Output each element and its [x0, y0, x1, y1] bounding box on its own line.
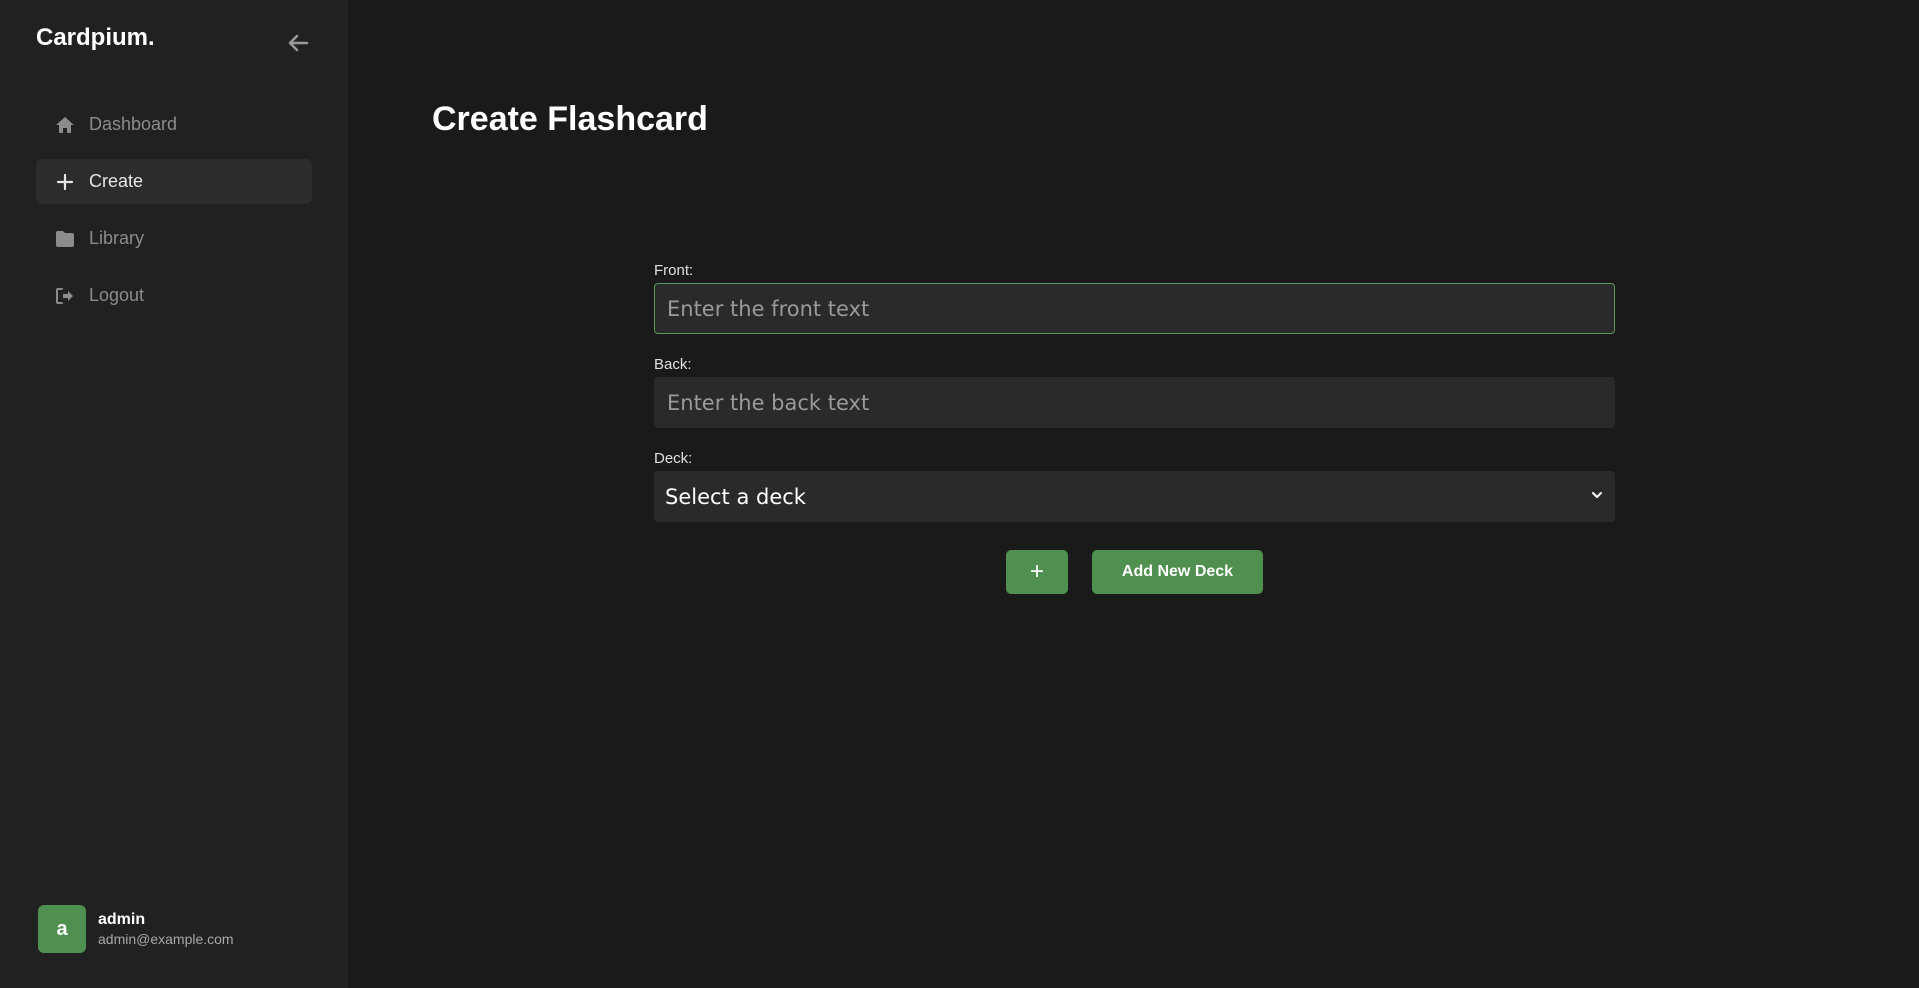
brand-logo: Cardpium. — [36, 24, 155, 51]
sidebar-item-dashboard[interactable]: Dashboard — [36, 102, 312, 147]
front-input[interactable] — [654, 283, 1615, 334]
sidebar: Cardpium. Dashboard Create Library Logou… — [0, 0, 348, 988]
front-label: Front: — [654, 262, 694, 279]
deck-select[interactable]: Select a deck — [654, 471, 1615, 522]
home-icon — [53, 113, 77, 137]
back-label: Back: — [654, 356, 692, 373]
sidebar-nav: Dashboard Create Library Logout — [36, 102, 312, 330]
create-flashcard-form: Front: Back: Deck: Select a deck — [654, 262, 1615, 522]
deck-label: Deck: — [654, 450, 693, 467]
sidebar-item-create[interactable]: Create — [36, 159, 312, 204]
chevron-down-icon — [1592, 492, 1602, 498]
page-title: Create Flashcard — [432, 100, 708, 138]
sidebar-item-library[interactable]: Library — [36, 216, 312, 261]
sidebar-item-label: Create — [89, 171, 144, 191]
user-name: admin — [98, 911, 146, 928]
collapse-sidebar-button[interactable] — [283, 28, 313, 58]
sidebar-item-label: Logout — [89, 285, 145, 305]
add-card-button[interactable]: + — [1006, 550, 1068, 594]
form-actions: + Add New Deck — [1006, 550, 1263, 594]
avatar: a — [38, 905, 86, 953]
arrow-left-icon — [288, 34, 309, 52]
deck-select-value: Select a deck — [665, 484, 806, 509]
logout-icon — [53, 284, 77, 308]
user-profile[interactable]: a admin admin@example.com — [38, 905, 234, 953]
sidebar-item-logout[interactable]: Logout — [36, 273, 312, 318]
add-new-deck-button[interactable]: Add New Deck — [1092, 550, 1263, 594]
deck-select-wrapper: Select a deck — [654, 471, 1615, 522]
folder-icon — [53, 227, 77, 251]
plus-icon — [53, 170, 77, 194]
sidebar-item-label: Dashboard — [89, 114, 178, 134]
user-email: admin@example.com — [98, 931, 234, 947]
sidebar-item-label: Library — [89, 228, 145, 248]
back-input[interactable] — [654, 377, 1615, 428]
